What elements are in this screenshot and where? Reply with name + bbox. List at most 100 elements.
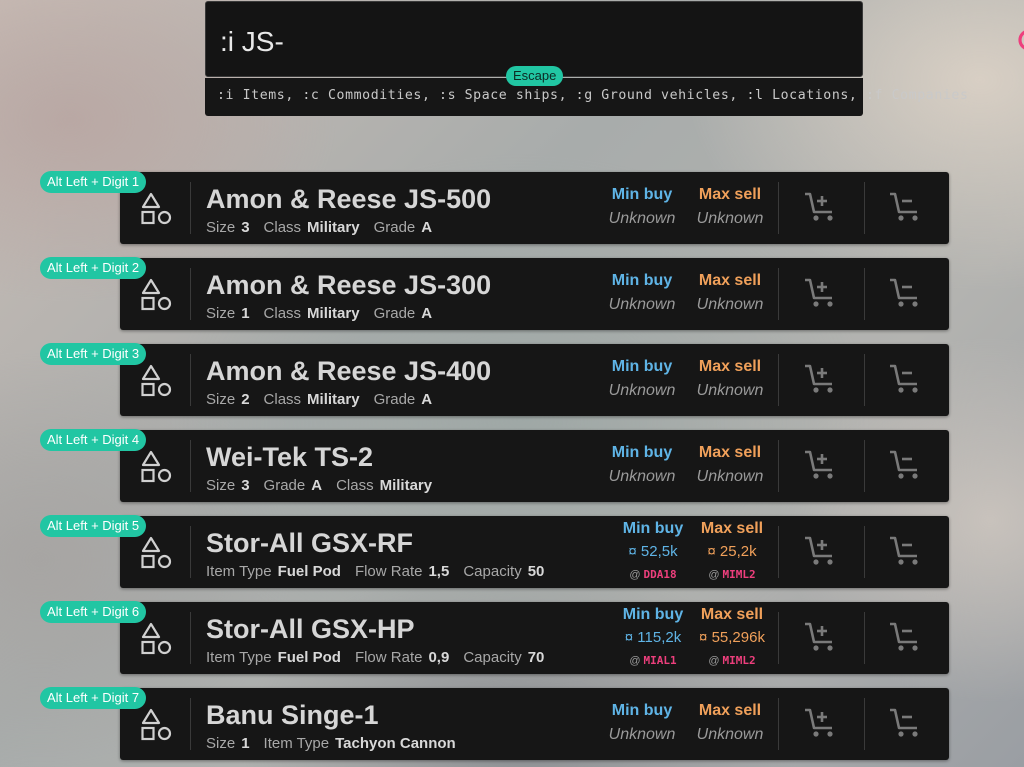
result-attributes: Size 1 Item Type Tachyon Cannon <box>206 735 470 752</box>
min-buy-label: Min buy <box>611 358 673 375</box>
result-name[interactable]: Amon & Reese JS-400 <box>206 356 491 387</box>
min-buy-value: Unknown <box>608 726 676 743</box>
min-buy-value: Unknown <box>608 210 676 227</box>
max-sell-label: Max sell <box>700 606 764 623</box>
max-sell-label: Max sell <box>698 358 762 375</box>
max-sell-value: Unknown <box>696 296 764 313</box>
cart-add-icon[interactable] <box>803 362 839 398</box>
attr-label: Grade <box>263 477 306 494</box>
currency-icon: ¤ <box>628 543 637 560</box>
attr-label: Item Type <box>263 735 330 752</box>
shortcut-badge: Alt Left + Digit 2 <box>40 257 147 279</box>
attr-value: 3 <box>241 219 250 236</box>
attr-label: Grade <box>373 219 416 236</box>
result-row[interactable]: Wei-Tek TS-2 Size 3 Grade A Class Military Min … <box>120 430 949 502</box>
cart-add-icon[interactable] <box>803 620 839 656</box>
shortcut-badge: Alt Left + Digit 1 <box>40 171 147 193</box>
cart-add-icon[interactable] <box>803 190 839 226</box>
attr-value: A <box>421 305 433 322</box>
attr-label: Item Type <box>206 649 272 666</box>
result-row[interactable]: Stor-All GSX-HP Item Type Fuel Pod Flow Rat… <box>120 602 949 674</box>
result-attributes: Size 2 Class Military Grade A <box>206 391 446 408</box>
result-attributes: Item Type Fuel Pod Flow Rate 1,5 Capacity 50 <box>206 563 558 580</box>
attr-value: Military <box>307 391 360 408</box>
cart-remove-icon[interactable] <box>888 534 924 570</box>
divider <box>778 698 779 750</box>
attr-value: 3 <box>241 477 250 494</box>
max-sell-location[interactable]: @ MIML2 <box>684 654 780 667</box>
result-name[interactable]: Amon & Reese JS-300 <box>206 270 491 301</box>
attr-label: Size <box>206 305 236 322</box>
divider <box>778 526 779 578</box>
search-hint-text: :i Items, :c Commodities, :s Space ships… <box>217 88 969 103</box>
max-sell-value: Unknown <box>696 382 764 399</box>
divider <box>778 354 779 406</box>
attr-value: 1,5 <box>428 563 450 580</box>
divider <box>190 612 191 664</box>
escape-badge[interactable]: Escape <box>506 66 564 86</box>
shapes-icon <box>140 278 174 312</box>
shortcut-badge: Alt Left + Digit 3 <box>40 343 147 365</box>
max-sell-value: ¤ 25,2k <box>707 543 757 560</box>
attr-label: Size <box>206 391 236 408</box>
currency-icon: ¤ <box>624 629 634 646</box>
result-row[interactable]: Amon & Reese JS-400 Size 2 Class Military Gra… <box>120 344 949 416</box>
cart-add-icon[interactable] <box>803 448 839 484</box>
attr-label: Capacity <box>463 563 522 580</box>
divider <box>864 354 865 406</box>
result-row[interactable]: Amon & Reese JS-300 Size 1 Class Military Gra… <box>120 258 949 330</box>
cart-remove-icon[interactable] <box>888 190 924 226</box>
attr-value: 1 <box>241 735 250 752</box>
result-name[interactable]: Wei-Tek TS-2 <box>206 442 373 473</box>
cart-remove-icon[interactable] <box>888 706 924 742</box>
cart-add-icon[interactable] <box>803 276 839 312</box>
attr-label: Class <box>263 305 302 322</box>
max-sell-value: Unknown <box>696 468 764 485</box>
max-sell-location[interactable]: @ MIML2 <box>684 568 780 581</box>
attr-label: Grade <box>373 391 416 408</box>
divider <box>864 698 865 750</box>
divider <box>190 526 191 578</box>
shortcut-badge: Alt Left + Digit 6 <box>40 601 147 623</box>
currency-icon: ¤ <box>707 543 716 560</box>
divider <box>778 612 779 664</box>
attr-value: Fuel Pod <box>277 649 341 666</box>
result-row[interactable]: Stor-All GSX-RF Item Type Fuel Pod Flow Rat… <box>120 516 949 588</box>
cart-remove-icon[interactable] <box>888 620 924 656</box>
min-buy-value: Unknown <box>608 382 676 399</box>
shortcut-badge: Alt Left + Digit 4 <box>40 429 147 451</box>
result-name[interactable]: Stor-All GSX-RF <box>206 528 413 559</box>
max-sell-value: Unknown <box>696 210 764 227</box>
attr-label: Capacity <box>463 649 522 666</box>
result-row[interactable]: Banu Singe-1 Size 1 Item Type Tachyon Cannon… <box>120 688 949 760</box>
shortcut-badge: Alt Left + Digit 5 <box>40 515 147 537</box>
cart-remove-icon[interactable] <box>888 276 924 312</box>
attr-label: Size <box>206 735 236 752</box>
search-icon[interactable] <box>1015 26 1024 62</box>
attr-label: Size <box>206 219 236 236</box>
divider <box>190 268 191 320</box>
cart-remove-icon[interactable] <box>888 362 924 398</box>
attr-value: 50 <box>527 563 545 580</box>
attr-value: Military <box>379 477 433 494</box>
min-buy-label: Min buy <box>611 186 673 203</box>
cart-add-icon[interactable] <box>803 534 839 570</box>
attr-label: Grade <box>373 305 416 322</box>
currency-icon: ¤ <box>699 629 708 646</box>
shapes-icon <box>140 536 174 570</box>
divider <box>778 182 779 234</box>
cart-add-icon[interactable] <box>803 706 839 742</box>
max-sell-label: Max sell <box>700 520 764 537</box>
search-input[interactable] <box>220 22 780 62</box>
attr-value: Tachyon Cannon <box>335 735 456 752</box>
max-sell-label: Max sell <box>698 444 762 461</box>
result-name[interactable]: Amon & Reese JS-500 <box>206 184 491 215</box>
attr-value: 2 <box>241 391 250 408</box>
shortcut-badge: Alt Left + Digit 7 <box>40 687 147 709</box>
divider <box>190 354 191 406</box>
cart-remove-icon[interactable] <box>888 448 924 484</box>
result-name[interactable]: Stor-All GSX-HP <box>206 614 415 645</box>
attr-label: Flow Rate <box>354 649 423 666</box>
result-row[interactable]: Amon & Reese JS-500 Size 3 Class Military Gra… <box>120 172 949 244</box>
result-name[interactable]: Banu Singe-1 <box>206 700 379 731</box>
